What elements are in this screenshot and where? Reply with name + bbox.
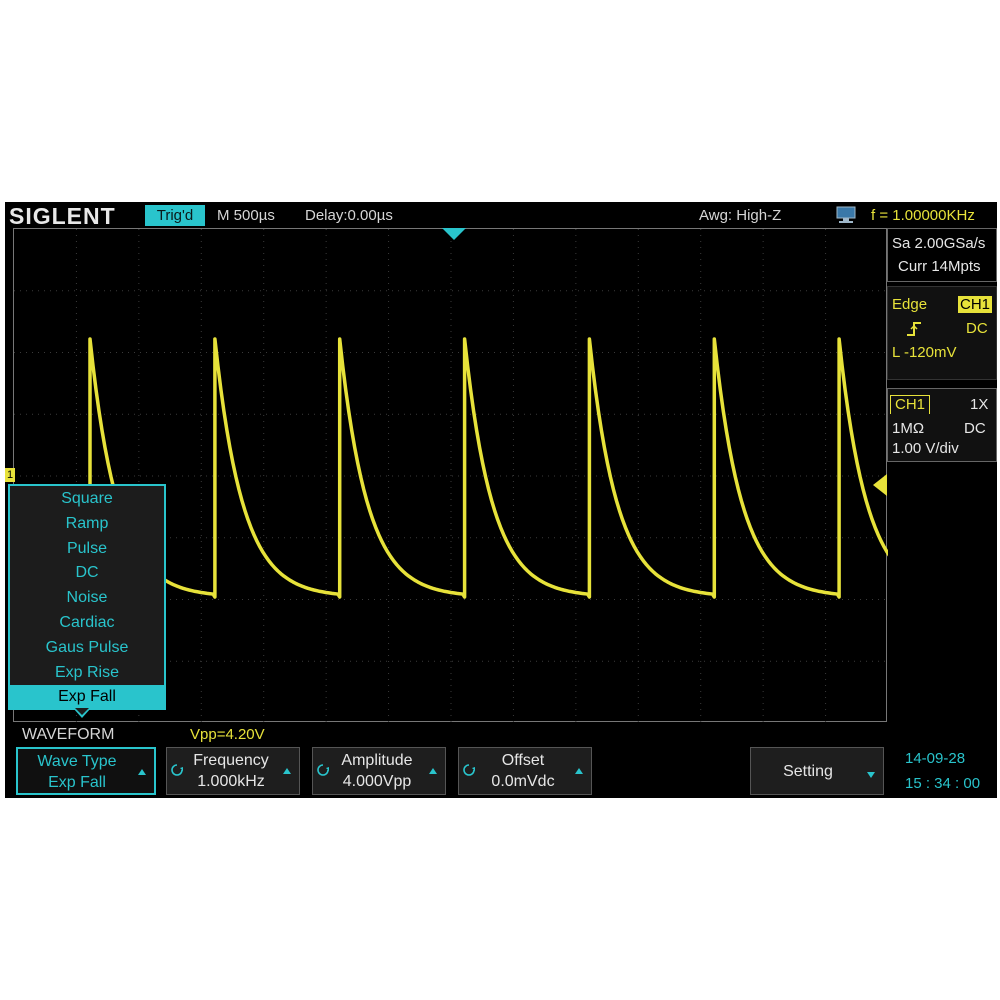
rising-edge-icon	[907, 322, 921, 336]
timebase-readout: M 500µs	[217, 207, 275, 224]
setting-softkey[interactable]: Setting	[750, 747, 884, 795]
delay-readout: Delay:0.00µs	[305, 207, 393, 224]
awg-load-readout: Awg: High-Z	[699, 207, 782, 224]
dropdown-pointer-inner	[75, 708, 89, 715]
menu-title: WAVEFORM	[22, 726, 115, 743]
wave-type-option[interactable]: Pulse	[10, 537, 164, 561]
monitor-icon	[836, 206, 856, 223]
chevron-up-icon	[283, 768, 291, 774]
memory-depth: Curr 14Mpts	[898, 258, 981, 275]
frequency-softkey[interactable]: Frequency 1.000kHz	[166, 747, 300, 795]
channel1-panel[interactable]: CH1 1X 1MΩ DC 1.00 V/div	[887, 388, 997, 462]
channel-name: CH1	[890, 395, 931, 414]
chevron-up-icon	[138, 769, 146, 775]
wave-type-option[interactable]: Cardiac	[10, 611, 164, 635]
offset-softkey[interactable]: Offset 0.0mVdc	[458, 747, 592, 795]
softkey-label: Amplitude	[341, 752, 413, 769]
brand-logo: SIGLENT	[9, 203, 116, 229]
acquisition-panel[interactable]: Sa 2.00GSa/s Curr 14Mpts	[887, 228, 997, 282]
vpp-readout: Vpp=4.20V	[190, 726, 265, 743]
trigger-panel[interactable]: Edge CH1 DC L -120mV	[887, 286, 997, 380]
trigger-level-marker-icon[interactable]	[873, 474, 887, 496]
softkey-value: 1.000kHz	[197, 773, 265, 790]
date-readout: 14-09-28	[905, 750, 966, 767]
softkey-label: Frequency	[193, 752, 269, 769]
wave-type-option[interactable]: Ramp	[10, 512, 164, 536]
trigger-status-badge: Trig'd	[145, 205, 205, 226]
wave-type-option[interactable]: Exp Fall	[10, 685, 164, 710]
amplitude-softkey[interactable]: Amplitude 4.000Vpp	[312, 747, 446, 795]
frequency-counter: f = 1.00000KHz	[871, 207, 975, 224]
softkey-label: Wave Type	[37, 753, 117, 770]
ch1-ground-marker[interactable]: 1	[5, 468, 15, 482]
softkey-value: 0.0mVdc	[491, 773, 555, 790]
trigger-position-marker-icon[interactable]	[442, 228, 466, 240]
chevron-up-icon	[575, 768, 583, 774]
softkey-label: Offset	[501, 752, 545, 769]
wave-type-softkey[interactable]: Wave Type Exp Fall	[16, 747, 156, 795]
wave-type-option[interactable]: Square	[10, 487, 164, 511]
wave-type-dropdown[interactable]: Square Ramp Pulse DC Noise Cardiac Gaus Pulse E…	[8, 484, 166, 710]
trigger-source-badge: CH1	[958, 296, 993, 313]
oscilloscope-screen: SIGLENT Trig'd M 500µs Delay:0.00µs Awg:…	[5, 202, 997, 798]
sample-rate: Sa 2.00GSa/s	[892, 235, 986, 252]
wave-type-option[interactable]: Noise	[10, 586, 164, 610]
top-status-bar: SIGLENT Trig'd M 500µs Delay:0.00µs Awg:…	[5, 202, 997, 229]
chevron-down-icon	[867, 772, 875, 778]
vertical-scale: 1.00 V/div	[892, 440, 959, 457]
softkey-value: Exp Fall	[48, 774, 106, 791]
trigger-coupling: DC	[966, 320, 988, 337]
softkey-label: Setting	[783, 763, 833, 780]
chevron-up-icon	[429, 768, 437, 774]
probe-attenuation: 1X	[970, 396, 989, 413]
wave-type-option[interactable]: DC	[10, 561, 164, 585]
softkey-value: 4.000Vpp	[342, 773, 412, 790]
wave-type-option[interactable]: Exp Rise	[10, 661, 164, 685]
channel-coupling: DC	[964, 420, 986, 437]
trigger-type: Edge	[892, 296, 928, 313]
trigger-level: L -120mV	[892, 344, 957, 361]
input-impedance: 1MΩ	[892, 420, 925, 437]
time-readout: 15 : 34 : 00	[905, 775, 981, 792]
wave-type-option[interactable]: Gaus Pulse	[10, 636, 164, 660]
